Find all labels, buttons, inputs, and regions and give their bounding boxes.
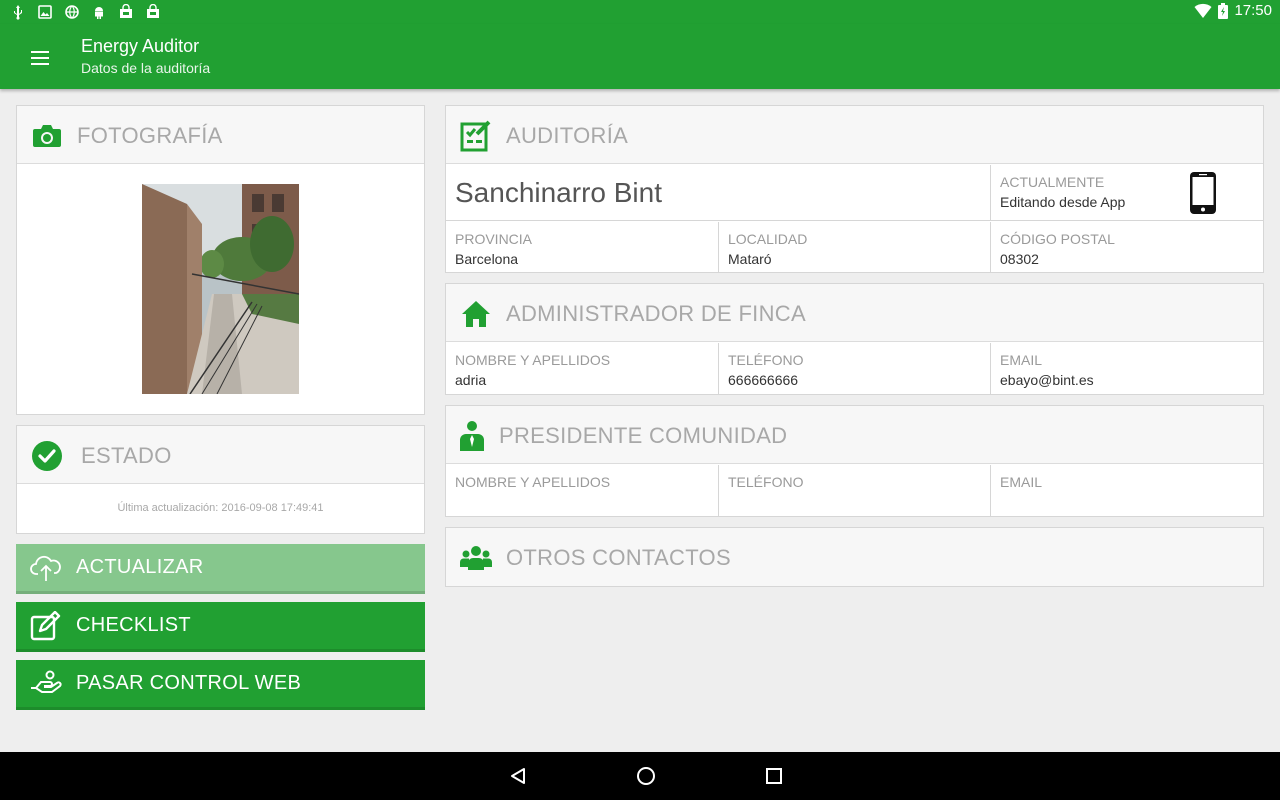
image-icon [38,5,52,19]
home-nav-icon[interactable] [634,764,658,788]
provincia-label: PROVINCIA [455,231,533,247]
pasar-control-web-label: PASAR CONTROL WEB [76,672,302,694]
globe-icon [65,5,79,19]
photo-card-title: FOTOGRAFÍA [77,123,223,148]
cp-cell: CÓDIGO POSTAL 08302 [991,222,1263,273]
president-nombre-cell: NOMBRE Y APELLIDOS [446,465,719,517]
cloud-upload-icon [30,552,62,584]
admin-email-label: EMAIL [1000,352,1043,368]
check-circle-icon [31,440,63,472]
hand-icon [30,668,62,700]
localidad-value: Mataró [728,251,772,267]
other-contacts-header: OTROS CONTACTOS [446,528,1263,586]
android-icon [95,7,103,19]
notification-icons [10,4,161,20]
admin-email-value: ebayo@bint.es [1000,372,1094,388]
admin-card-header: ADMINISTRADOR DE FINCA [446,284,1263,342]
status-card-header: ESTADO [17,426,424,484]
actualmente-cell: ACTUALMENTE Editando desde App [991,165,1263,220]
smartphone-icon [1189,171,1217,219]
actualizar-button[interactable]: ACTUALIZAR [16,544,425,594]
status-right: 17:50 [1194,2,1272,19]
store-icon [120,4,132,18]
actualmente-label: ACTUALMENTE [1000,174,1105,190]
status-bar: 17:50 [0,0,1280,24]
admin-telefono-label: TELÉFONO [728,352,804,368]
recents-icon[interactable] [762,764,786,788]
wifi-icon [1194,3,1212,18]
clock: 17:50 [1234,2,1272,19]
president-email-cell: EMAIL [991,465,1263,517]
status-card-title: ESTADO [81,443,172,468]
president-card-header: PRESIDENTE COMUNIDAD [446,406,1263,464]
navigation-bar [0,752,1280,800]
president-email-label: EMAIL [1000,474,1043,490]
photo-card: FOTOGRAFÍA [16,105,425,415]
admin-card-title: ADMINISTRADOR DE FINCA [506,301,806,326]
cp-label: CÓDIGO POSTAL [1000,231,1115,247]
admin-nombre-cell: NOMBRE Y APELLIDOS adria [446,343,719,395]
audit-row-1: Sanchinarro Bint ACTUALMENTE Editando de… [446,165,1263,221]
status-card: ESTADO Última actualización: 2016-09-08 … [16,425,425,534]
usb-icon [14,5,22,20]
edit-icon [30,610,62,642]
person-tie-icon [456,420,488,452]
president-card: PRESIDENTE COMUNIDAD NOMBRE Y APELLIDOS … [445,405,1264,517]
admin-nombre-label: NOMBRE Y APELLIDOS [455,352,611,368]
camera-icon [31,120,63,152]
audit-name-cell: Sanchinarro Bint [446,165,991,220]
admin-card: ADMINISTRADOR DE FINCA NOMBRE Y APELLIDO… [445,283,1264,395]
admin-telefono-value: 666666666 [728,372,799,388]
checklist-label: CHECKLIST [76,614,191,636]
cp-value: 08302 [1000,251,1039,267]
store-icon [147,4,159,18]
pasar-control-web-button[interactable]: PASAR CONTROL WEB [16,660,425,710]
audit-name: Sanchinarro Bint [455,177,663,208]
checklist-icon [460,120,492,152]
battery-charging-icon [1218,2,1229,19]
app-title: Energy Auditor [81,36,200,56]
audit-card: AUDITORÍA Sanchinarro Bint ACTUALMENTE E… [445,105,1264,273]
president-telefono-cell: TELÉFONO [719,465,991,517]
other-contacts-card[interactable]: OTROS CONTACTOS [445,527,1264,587]
actualizar-label: ACTUALIZAR [76,556,204,578]
group-icon [460,542,492,574]
home-icon [460,298,492,330]
president-telefono-label: TELÉFONO [728,474,804,490]
photo-card-header: FOTOGRAFÍA [17,106,424,164]
provincia-cell: PROVINCIA Barcelona [446,222,719,273]
admin-email-cell: EMAIL ebayo@bint.es [991,343,1263,395]
president-nombre-label: NOMBRE Y APELLIDOS [455,474,611,490]
admin-nombre-value: adria [455,372,487,388]
menu-icon[interactable] [26,44,54,72]
admin-row: NOMBRE Y APELLIDOS adria TELÉFONO 666666… [446,343,1263,395]
app-bar-titles: Energy Auditor Datos de la auditoría [81,35,210,79]
actualmente-value: Editando desde App [1000,194,1126,210]
admin-telefono-cell: TELÉFONO 666666666 [719,343,991,395]
other-contacts-title: OTROS CONTACTOS [506,545,731,570]
localidad-cell: LOCALIDAD Mataró [719,222,991,273]
provincia-value: Barcelona [455,251,519,267]
checklist-button[interactable]: CHECKLIST [16,602,425,652]
president-card-title: PRESIDENTE COMUNIDAD [499,423,788,448]
app-subtitle: Datos de la auditoría [81,60,211,76]
president-row: NOMBRE Y APELLIDOS TELÉFONO EMAIL [446,465,1263,517]
back-icon[interactable] [506,764,530,788]
app-bar: Energy Auditor Datos de la auditoría [0,24,1280,89]
audit-card-header: AUDITORÍA [446,106,1263,164]
audit-row-2: PROVINCIA Barcelona LOCALIDAD Mataró CÓD… [446,222,1263,273]
building-photo[interactable] [142,184,299,394]
last-update-text: Última actualización: 2016-09-08 17:49:4… [117,502,324,514]
audit-card-title: AUDITORÍA [506,123,629,148]
localidad-label: LOCALIDAD [728,231,808,247]
